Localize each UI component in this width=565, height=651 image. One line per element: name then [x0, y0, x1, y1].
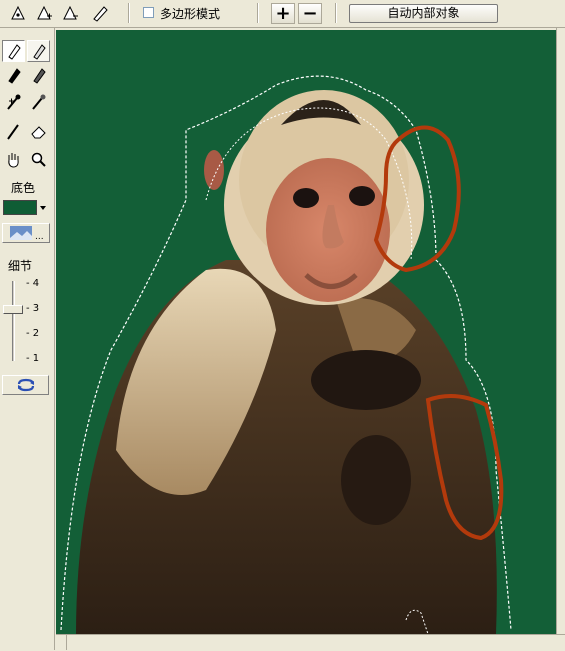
toolbar-separator: [335, 3, 337, 23]
zoom-plus-button[interactable]: +: [271, 3, 295, 24]
toolbar-separator: [128, 3, 130, 23]
zoom-minus-button[interactable]: −: [298, 3, 322, 24]
auto-inner-object-button[interactable]: 自动内部对象: [349, 4, 498, 23]
image-canvas[interactable]: [56, 30, 556, 634]
pencil-icon[interactable]: [88, 2, 112, 24]
bg-color-swatch[interactable]: [3, 200, 37, 215]
eraser-icon[interactable]: [27, 120, 50, 142]
edge-pen-minus-icon[interactable]: [58, 2, 82, 24]
detail-slider-track[interactable]: [12, 281, 15, 361]
refresh-button[interactable]: [2, 375, 49, 395]
polygon-mode-checkbox[interactable]: [143, 7, 154, 18]
eyedropper-minus-icon[interactable]: [27, 91, 50, 113]
horizontal-scrollbar[interactable]: [56, 634, 565, 651]
detail-tick: - 2: [26, 328, 40, 339]
detail-label: 细节: [8, 259, 33, 273]
svg-text:...: ...: [35, 232, 44, 242]
background-image-button[interactable]: ...: [2, 223, 50, 243]
edge-highlighter-icon[interactable]: [2, 40, 25, 62]
monkey-photo: [60, 75, 512, 634]
eyedropper-plus-icon[interactable]: [2, 91, 25, 113]
bg-color-label: 底色: [11, 181, 36, 195]
fill-tool-icon[interactable]: [2, 64, 25, 86]
detail-tick: - 1: [26, 353, 40, 364]
refresh-icon: [17, 378, 34, 392]
polygon-mode-label: 多边形模式: [160, 7, 221, 21]
detail-tick: - 3: [26, 303, 40, 314]
chevron-down-icon[interactable]: [40, 206, 46, 210]
detail-tick: - 4: [26, 278, 40, 289]
zoom-icon[interactable]: [27, 148, 50, 170]
vertical-scrollbar[interactable]: [556, 28, 565, 634]
edge-pen-plus-icon[interactable]: [32, 2, 56, 24]
tool-panel: 底色 ... 细节 - 4 - 3 - 2 - 1: [0, 28, 55, 650]
scroll-left-button[interactable]: [56, 635, 67, 650]
brush-icon[interactable]: [2, 120, 25, 142]
fill-tool-alt-icon[interactable]: [27, 64, 50, 86]
hand-icon[interactable]: [2, 148, 25, 170]
edge-pen-tool-icon[interactable]: [6, 2, 30, 24]
edge-highlighter-alt-icon[interactable]: [27, 40, 50, 62]
detail-slider-thumb[interactable]: [3, 305, 23, 314]
toolbar-separator: [257, 3, 259, 23]
top-toolbar: 多边形模式 + − 自动内部对象: [0, 0, 565, 28]
